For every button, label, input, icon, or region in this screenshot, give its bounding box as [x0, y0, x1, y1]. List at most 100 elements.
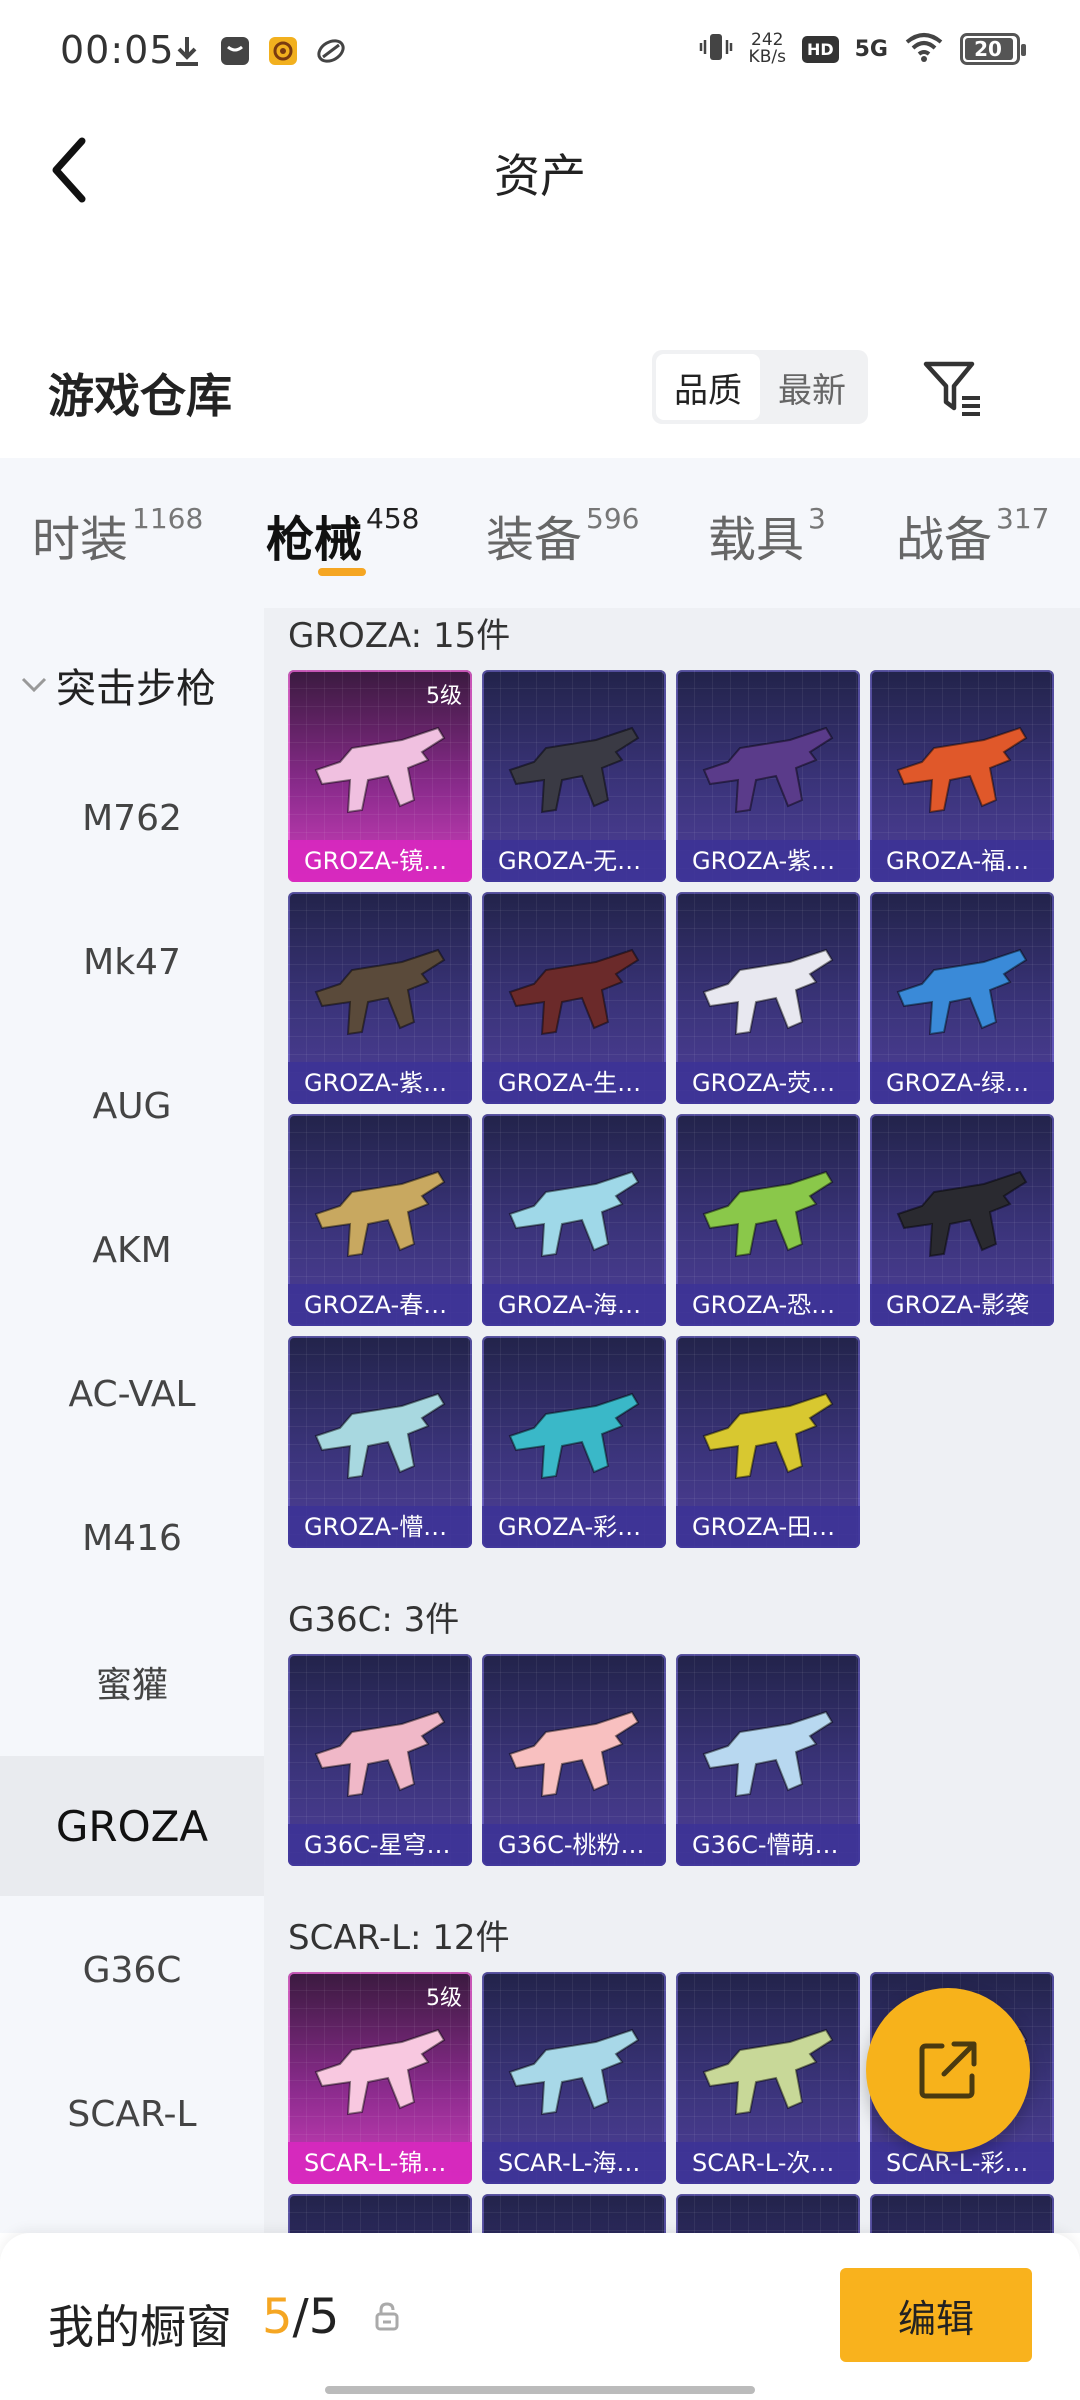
- weapon-skin-image: [314, 948, 446, 1036]
- skin-card[interactable]: GROZA-田…: [676, 1336, 860, 1548]
- status-bar: 00:05 242 KB/s HD 5G 20: [0, 0, 1080, 110]
- sort-toggle: 品质 最新: [652, 350, 868, 424]
- skin-card[interactable]: GROZA-福…: [870, 670, 1054, 882]
- weapon-skin-image: [896, 948, 1028, 1036]
- hd-badge: HD: [801, 35, 839, 63]
- edit-button[interactable]: 编辑: [840, 2268, 1032, 2362]
- sort-quality-button[interactable]: 品质: [656, 354, 760, 420]
- skin-card-partial[interactable]: [482, 2194, 666, 2233]
- sidebar-item[interactable]: GROZA: [0, 1756, 264, 1896]
- filter-button[interactable]: [920, 356, 986, 422]
- skin-card[interactable]: G36C-星穹…: [288, 1654, 472, 1866]
- message-app-icon: [218, 34, 252, 68]
- skin-name: GROZA-彩…: [482, 1506, 666, 1548]
- home-indicator[interactable]: [325, 2386, 755, 2394]
- weapon-skin-image: [702, 1170, 834, 1258]
- sidebar-item[interactable]: G36C: [0, 1900, 264, 2040]
- weapon-skin-image: [896, 726, 1028, 814]
- lock-icon[interactable]: [372, 2301, 402, 2331]
- group-title: G36C: 3件: [288, 1600, 460, 1640]
- tab-label: 载具: [708, 512, 805, 568]
- group-title: SCAR-L: 12件: [288, 1918, 510, 1958]
- card-background: [676, 2194, 860, 2233]
- sort-newest-button[interactable]: 最新: [760, 354, 864, 420]
- skin-name: G36C-桃粉…: [482, 1824, 666, 1866]
- skin-card[interactable]: GROZA-紫…: [288, 892, 472, 1104]
- sidebar-item[interactable]: AUG: [0, 1036, 264, 1176]
- tab-label: 战备: [896, 512, 993, 568]
- tab-count: 458: [366, 502, 420, 535]
- skin-name: SCAR-L-次…: [676, 2142, 860, 2184]
- share-button[interactable]: [866, 1988, 1030, 2152]
- chevron-down-icon: [21, 677, 47, 693]
- sidebar-item[interactable]: SCAR-L: [0, 2044, 264, 2184]
- skin-name: G36C-懵萌…: [676, 1824, 860, 1866]
- tab-equipment[interactable]: 装备 596: [486, 500, 639, 570]
- sidebar-category[interactable]: 突击步枪: [20, 656, 216, 714]
- card-background: [482, 2194, 666, 2233]
- sidebar-item[interactable]: AKM: [0, 1180, 264, 1320]
- weapon-sidebar: 突击步枪 M762 Mk47 AUG AKM AC-VAL M416 蜜獾 GROZA G36C…: [0, 608, 264, 2233]
- tab-label: 装备: [486, 512, 583, 568]
- skin-name: GROZA-影袭: [870, 1284, 1054, 1326]
- skin-card[interactable]: G36C-懵萌…: [676, 1654, 860, 1866]
- card-background: [288, 2194, 472, 2233]
- warehouse-title: 游戏仓库: [48, 369, 232, 423]
- skin-card[interactable]: GROZA-绿…: [870, 892, 1054, 1104]
- skin-card[interactable]: 5级 SCAR-L-锦…: [288, 1972, 472, 2184]
- wifi-icon: [904, 31, 944, 67]
- skin-name: GROZA-紫…: [288, 1062, 472, 1104]
- skin-card[interactable]: GROZA-影袭: [870, 1114, 1054, 1326]
- share-external-icon: [919, 2041, 977, 2099]
- skin-name: G36C-星穹…: [288, 1824, 472, 1866]
- battery-icon: 20: [960, 33, 1026, 65]
- showcase-current: 5: [262, 2289, 293, 2345]
- sidebar-item[interactable]: M762: [0, 748, 264, 888]
- tab-vehicles[interactable]: 载具 3: [708, 500, 826, 570]
- skin-card[interactable]: SCAR-L-次…: [676, 1972, 860, 2184]
- network-speed: 242 KB/s: [749, 32, 786, 66]
- skin-card[interactable]: GROZA-春…: [288, 1114, 472, 1326]
- skin-card[interactable]: SCAR-L-海…: [482, 1972, 666, 2184]
- skin-name: GROZA-生…: [482, 1062, 666, 1104]
- link-app-icon: [314, 34, 348, 68]
- status-time: 00:05: [60, 28, 175, 72]
- sidebar-item[interactable]: AC-VAL: [0, 1324, 264, 1464]
- tab-label: 时装: [32, 512, 129, 568]
- skin-card-partial[interactable]: [870, 2194, 1054, 2233]
- tab-fashion[interactable]: 时装 1168: [32, 500, 203, 570]
- skin-card-partial[interactable]: [288, 2194, 472, 2233]
- skin-card[interactable]: GROZA-懵…: [288, 1336, 472, 1548]
- skin-name: GROZA-春…: [288, 1284, 472, 1326]
- skin-name: GROZA-恐…: [676, 1284, 860, 1326]
- skin-card[interactable]: GROZA-彩…: [482, 1336, 666, 1548]
- skin-card[interactable]: GROZA-海…: [482, 1114, 666, 1326]
- skin-name: GROZA-懵…: [288, 1506, 472, 1548]
- tab-count: 1168: [132, 502, 204, 535]
- skin-card[interactable]: GROZA-生…: [482, 892, 666, 1104]
- weapon-skin-image: [508, 2028, 640, 2116]
- sidebar-item[interactable]: Mk47: [0, 892, 264, 1032]
- showcase-total: /5: [292, 2289, 340, 2345]
- sidebar-item[interactable]: M416: [0, 1468, 264, 1608]
- sidebar-item[interactable]: 蜜獾: [0, 1612, 264, 1752]
- skin-card[interactable]: GROZA-恐…: [676, 1114, 860, 1326]
- weapon-skin-image: [314, 1392, 446, 1480]
- skin-card[interactable]: 5级 GROZA-镜…: [288, 670, 472, 882]
- skin-name: GROZA-紫…: [676, 840, 860, 882]
- tab-gear[interactable]: 战备 317: [896, 500, 1049, 570]
- skin-card[interactable]: GROZA-紫…: [676, 670, 860, 882]
- skin-card[interactable]: GROZA-荧…: [676, 892, 860, 1104]
- tab-weapons[interactable]: 枪械 458: [266, 500, 419, 570]
- skin-name: GROZA-绿…: [870, 1062, 1054, 1104]
- level-badge: 5级: [426, 1986, 462, 2011]
- skin-card[interactable]: G36C-桃粉…: [482, 1654, 666, 1866]
- skin-card-partial[interactable]: [676, 2194, 860, 2233]
- skin-card[interactable]: GROZA-无…: [482, 670, 666, 882]
- card-background: [870, 2194, 1054, 2233]
- skin-name: GROZA-海…: [482, 1284, 666, 1326]
- weapon-skin-image: [508, 1392, 640, 1480]
- skin-name: GROZA-荧…: [676, 1062, 860, 1104]
- category-tabs: 时装 1168 枪械 458 装备 596 载具 3 战备 317: [0, 458, 1080, 608]
- sidebar-category-label: 突击步枪: [56, 666, 216, 712]
